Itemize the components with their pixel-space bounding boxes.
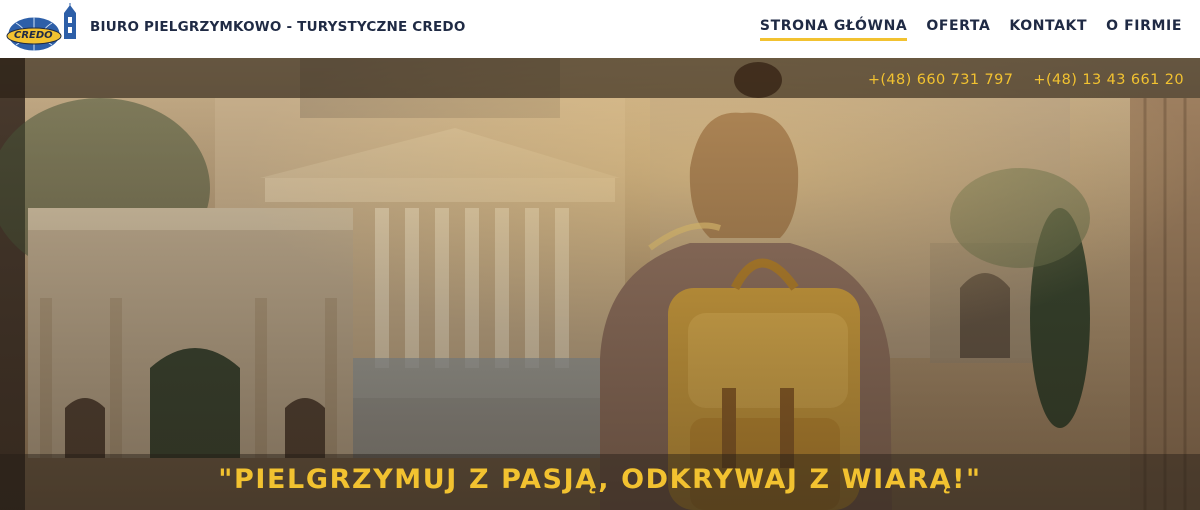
phone-landline-link[interactable]: +(48) 13 43 661 20: [1033, 72, 1184, 88]
hero-banner: +(48) 660 731 797 +(48) 13 43 661 20 "PI…: [0, 58, 1200, 510]
logo-text: CREDO: [14, 30, 53, 41]
phone-list: +(48) 660 731 797 +(48) 13 43 661 20: [868, 72, 1184, 88]
hero-background-image: [0, 58, 1200, 510]
nav-item-offer[interactable]: OFERTA: [926, 18, 990, 41]
nav-item-home[interactable]: STRONA GŁÓWNA: [759, 18, 908, 41]
hero-slogan: "PIELGRZYMUJ Z PASJĄ, ODKRYWAJ Z WIARĄ!": [218, 464, 982, 495]
main-nav: STRONA GŁÓWNA OFERTA KONTAKT O FIRMIE: [759, 18, 1182, 41]
credo-logo[interactable]: CREDO: [4, 3, 80, 55]
site-header: CREDO BIURO PIELGRZYMKOWO - TURYSTYCZNE …: [0, 0, 1200, 58]
nav-item-contact[interactable]: KONTAKT: [1009, 18, 1087, 41]
nav-item-about[interactable]: O FIRMIE: [1106, 18, 1182, 41]
credo-globe-logo-icon: [6, 3, 76, 52]
brand-name: BIURO PIELGRZYMKOWO - TURYSTYCZNE CREDO: [90, 19, 466, 35]
phone-mobile-link[interactable]: +(48) 660 731 797: [868, 72, 1014, 88]
